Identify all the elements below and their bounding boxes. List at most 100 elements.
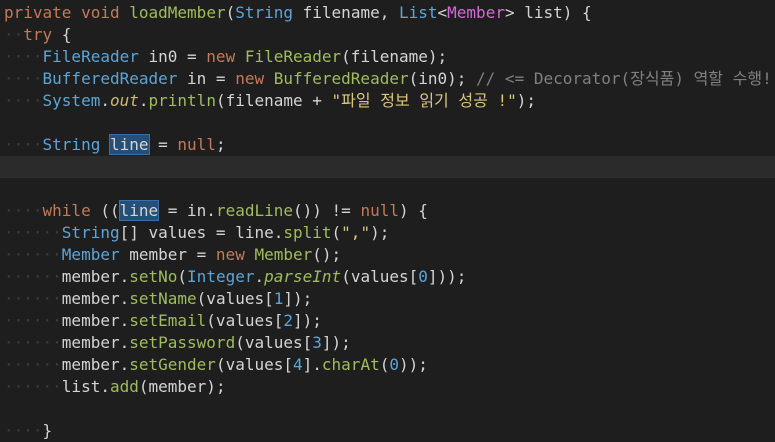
code-token: list.	[61, 377, 110, 396]
code-editor[interactable]: private void loadMember(String filename,…	[0, 0, 775, 440]
code-token: List	[398, 3, 438, 22]
code-line[interactable]: ······list.add(member);	[0, 376, 775, 398]
code-line[interactable]: ······Member member = new Member();	[0, 244, 775, 266]
code-token: (filename);	[341, 47, 448, 66]
code-token: Member	[254, 245, 313, 264]
code-token: ));	[398, 355, 428, 374]
code-line[interactable]: ······member.setPassword(values[3]);	[0, 332, 775, 354]
code-line[interactable]	[0, 178, 775, 200]
code-token: <	[437, 3, 448, 22]
code-token: [] values = line.	[119, 223, 284, 242]
code-token: ;	[215, 135, 226, 154]
code-token: String	[61, 223, 120, 242]
code-token: new	[206, 47, 236, 66]
code-token: Member	[447, 3, 505, 22]
code-token: (	[379, 355, 390, 374]
code-line[interactable]: ····System.out.println(filename + "파일 정보…	[0, 90, 775, 112]
code-line[interactable]: ······member.setEmail(values[2]);	[0, 310, 775, 332]
code-token: );	[516, 91, 537, 110]
indent-guide: ··	[4, 25, 24, 44]
code-token: in0 =	[138, 47, 207, 66]
code-line[interactable]: ····FileReader in0 = new FileReader(file…	[0, 46, 775, 68]
code-token: null	[360, 201, 399, 220]
code-line[interactable]: ····BufferedReader in = new BufferedRead…	[0, 68, 775, 90]
code-token: "파일 정보 읽기 성공 !"	[331, 91, 517, 110]
code-token: member.	[61, 289, 130, 308]
code-token: 4	[293, 355, 303, 374]
code-token: 1	[273, 289, 284, 308]
indent-guide: ······	[4, 223, 62, 242]
code-line[interactable]: ····while ((line = in.readLine()) != nul…	[0, 200, 775, 222]
code-line[interactable]: ····}	[0, 420, 775, 442]
code-token: loadMember	[129, 3, 226, 22]
code-line[interactable]	[0, 398, 775, 420]
code-token: ()) !=	[293, 201, 361, 220]
code-token: BufferedReader	[42, 69, 178, 88]
code-token: setGender	[129, 355, 216, 374]
code-token: .	[254, 267, 265, 286]
code-token: filename,	[293, 3, 399, 22]
code-token: readLine	[215, 201, 293, 220]
code-token: FileReader	[42, 47, 139, 66]
indent-guide: ····	[4, 201, 43, 220]
code-line[interactable]	[0, 112, 775, 134]
indent-guide: ····	[4, 69, 43, 88]
indent-guide: ······	[4, 311, 62, 330]
code-token: 2	[283, 311, 293, 330]
code-token: (	[177, 267, 188, 286]
code-token: member.	[61, 267, 130, 286]
code-token: line	[118, 200, 160, 221]
code-token: in =	[177, 69, 236, 88]
code-token: ]);	[293, 311, 322, 330]
code-token: }	[42, 421, 53, 440]
code-token: Integer	[187, 267, 255, 286]
code-line[interactable]: ······member.setNo(Integer.parseInt(valu…	[0, 266, 775, 288]
code-token: (	[225, 3, 236, 22]
code-token: new	[215, 245, 245, 264]
code-line[interactable]: ····String line = null;	[0, 134, 775, 156]
code-token: (in0);	[408, 69, 477, 88]
code-token: 0	[389, 355, 399, 374]
code-token: String	[235, 3, 294, 22]
code-token: ]);	[283, 289, 313, 308]
code-line[interactable]	[0, 156, 775, 178]
code-token: while	[42, 201, 91, 220]
indent-guide: ····	[4, 47, 43, 66]
code-line[interactable]: ······member.setName(values[1]);	[0, 288, 775, 310]
indent-guide: ····	[4, 421, 43, 440]
code-line[interactable]: ··try {	[0, 24, 775, 46]
code-token: (	[331, 223, 342, 242]
code-token: (values[	[341, 267, 419, 286]
code-token: line	[108, 134, 150, 155]
code-token: member =	[119, 245, 216, 264]
code-token: BufferedReader	[273, 69, 409, 88]
code-token: setName	[129, 289, 197, 308]
code-line[interactable]: ······member.setGender(values[4].charAt(…	[0, 354, 775, 376]
code-token: =	[148, 135, 178, 154]
indent-guide: ······	[4, 355, 62, 374]
code-token: String	[42, 135, 101, 154]
code-token: ();	[312, 245, 342, 264]
code-token: void	[81, 3, 120, 22]
code-token: member.	[61, 311, 130, 330]
code-line[interactable]: private void loadMember(String filename,…	[0, 2, 775, 24]
code-token: > list) {	[504, 3, 592, 22]
code-token: add	[109, 377, 139, 396]
code-token: ]));	[427, 267, 467, 286]
code-token: charAt	[321, 355, 380, 374]
code-token: ((	[90, 201, 120, 220]
code-token: new	[235, 69, 265, 88]
code-token: null	[177, 135, 216, 154]
code-token: FileReader	[244, 47, 342, 66]
code-token: (values[	[196, 289, 274, 308]
indent-guide: ······	[4, 245, 62, 264]
code-line[interactable]: ······String[] values = line.split(",");	[0, 222, 775, 244]
code-token: System	[42, 91, 101, 110]
code-token: try	[23, 25, 53, 44]
code-token: private	[4, 3, 72, 22]
